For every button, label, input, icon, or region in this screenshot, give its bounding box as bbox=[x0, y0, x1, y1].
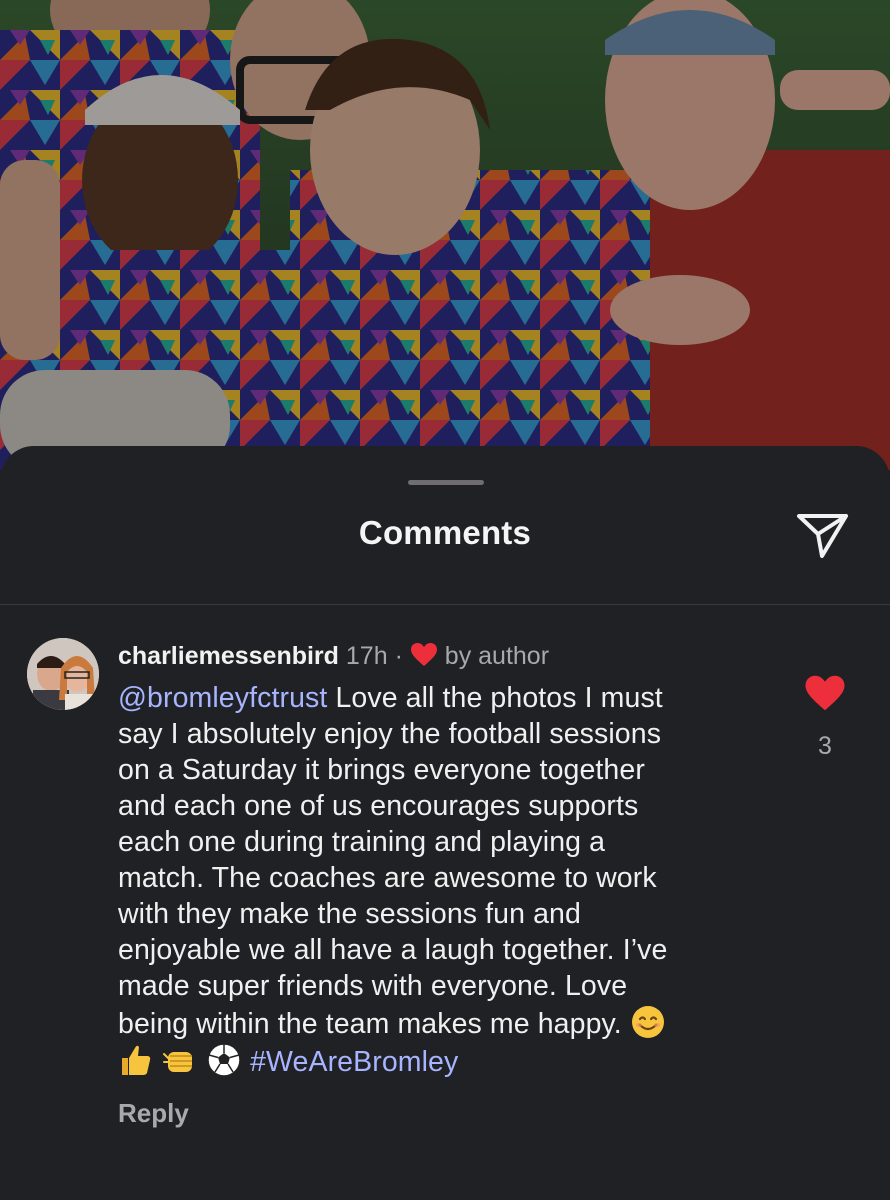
avatar-photo bbox=[27, 638, 99, 710]
comment-line: say I absolutely enjoy the football sess… bbox=[118, 718, 662, 750]
paper-plane-icon bbox=[797, 514, 848, 558]
soccer-ball-emoji-icon bbox=[206, 1042, 242, 1078]
comment-line: each one during training and playing a bbox=[118, 826, 606, 858]
comment-header: charliemessenbird 17h · by author bbox=[118, 642, 549, 671]
comment-line-text: Love all the photos I must bbox=[335, 682, 663, 714]
comment-username[interactable]: charliemessenbird bbox=[118, 642, 339, 670]
heart-icon bbox=[410, 642, 438, 667]
share-icon[interactable] bbox=[796, 512, 850, 560]
sheet-title: Comments bbox=[358, 514, 532, 551]
comment-line: @bromleyfctrust Love all the photos I mu… bbox=[118, 680, 768, 716]
sheet-divider bbox=[0, 604, 890, 605]
separator-dot: · bbox=[394, 642, 403, 670]
mention-link[interactable]: @bromleyfctrust bbox=[118, 682, 327, 714]
smiling-face-emoji-icon bbox=[630, 1004, 666, 1040]
comment-line: and each one of us encourages supports bbox=[118, 790, 639, 822]
comment-line: #WeAreBromley bbox=[118, 1042, 768, 1080]
comments-sheet: Comments charliemessenbird 17h · by auth… bbox=[0, 446, 890, 1200]
like-button[interactable] bbox=[804, 674, 846, 712]
comment-text: @bromleyfctrust Love all the photos I mu… bbox=[118, 680, 768, 1080]
comment-line: match. The coaches are awesome to work bbox=[118, 862, 657, 894]
reply-button[interactable]: Reply bbox=[118, 1098, 189, 1129]
liked-by-author-label: by author bbox=[444, 642, 550, 670]
comment-line: with they make the sessions fun and bbox=[118, 898, 581, 930]
comment-line: being within the team makes me happy. bbox=[118, 1004, 768, 1042]
comment-line-text: being within the team makes me happy. bbox=[118, 1008, 622, 1040]
like-count: 3 bbox=[818, 732, 832, 760]
comment-line: made super friends with everyone. Love bbox=[118, 970, 628, 1002]
photo-dim-overlay bbox=[0, 0, 890, 470]
background-photo bbox=[0, 0, 890, 470]
fist-bump-emoji-icon bbox=[162, 1042, 198, 1078]
avatar[interactable] bbox=[27, 638, 99, 710]
instagram-comments-screen: Comments charliemessenbird 17h · by auth… bbox=[0, 0, 890, 1200]
hashtag-link[interactable]: #WeAreBromley bbox=[250, 1046, 458, 1078]
thumbs-up-emoji-icon bbox=[118, 1042, 154, 1078]
sheet-grabber-handle[interactable] bbox=[408, 480, 484, 485]
comment-time: 17h bbox=[345, 642, 388, 670]
heart-icon bbox=[805, 675, 845, 711]
comment-line: on a Saturday it brings everyone togethe… bbox=[118, 754, 645, 786]
comment-line: enjoyable we all have a laugh together. … bbox=[118, 934, 668, 966]
